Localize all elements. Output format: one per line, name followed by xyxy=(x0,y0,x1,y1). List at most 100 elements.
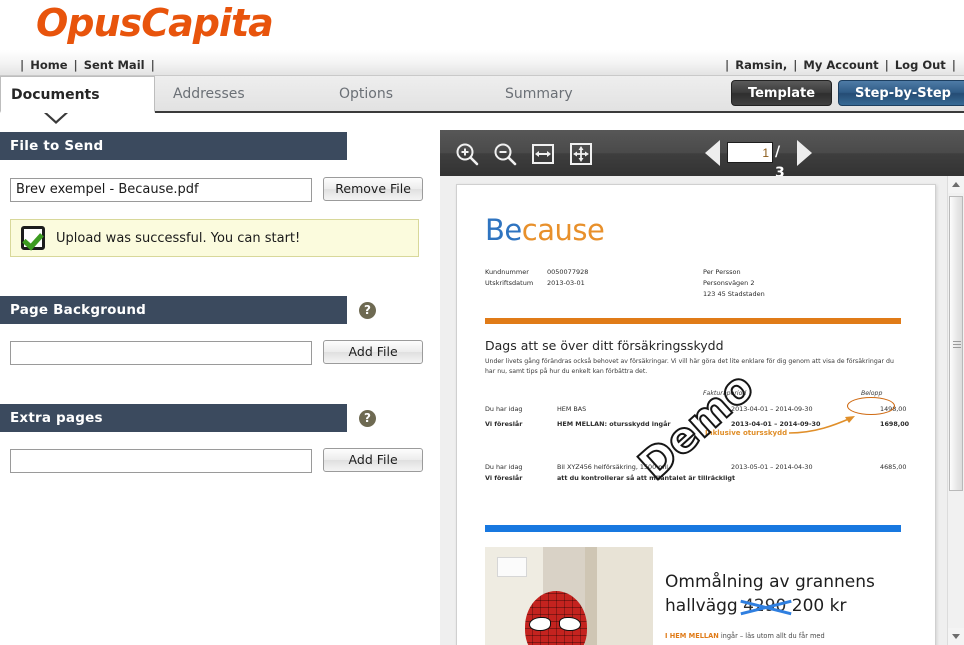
tab-options[interactable]: Options xyxy=(330,76,450,113)
nav-separator: | xyxy=(73,58,78,72)
promo-footer: I HEM MELLAN ingår – läs utom allt du få… xyxy=(665,631,901,641)
logo-text-second: Capita xyxy=(141,1,274,45)
row-amount: 1698,00 xyxy=(880,420,910,428)
nav-item-log-out[interactable]: Log Out xyxy=(895,58,946,72)
nav-separator: | xyxy=(793,58,798,72)
panel-header-file-to-send: File to Send xyxy=(0,132,347,160)
row-description: HEM MELLAN: otursskydd ingår xyxy=(557,420,671,428)
zoom-in-icon[interactable] xyxy=(454,141,480,167)
tab-addresses[interactable]: Addresses xyxy=(160,76,290,113)
recipient-line: Per Persson xyxy=(703,268,741,276)
promo-new-price: 200 kr xyxy=(791,596,847,616)
logo-text-first: Opus xyxy=(36,1,142,45)
help-icon-extra-pages[interactable]: ? xyxy=(359,410,376,427)
checkbox-checked-icon xyxy=(21,226,45,250)
brand-header: OpusCapita xyxy=(0,0,964,50)
meta-row: Kundnummer 0050077928 xyxy=(485,267,588,278)
upload-success-alert: Upload was successful. You can start! xyxy=(10,219,419,257)
row-description: att du kontrollerar så att milantalet är… xyxy=(557,474,736,482)
document-heading: Dags att se över ditt försäkringsskydd xyxy=(485,338,724,353)
nav-item-home[interactable]: Home xyxy=(30,58,67,72)
row-amount: 4685,00 xyxy=(880,463,907,471)
next-page-icon[interactable] xyxy=(797,140,812,166)
panel-title-extra-pages: Extra pages xyxy=(10,410,103,426)
previous-page-icon[interactable] xyxy=(705,140,720,166)
tab-summary[interactable]: Summary xyxy=(500,76,620,113)
file-to-send-input[interactable] xyxy=(10,177,312,202)
row-label: Vi föreslår xyxy=(485,474,523,482)
meta-value: 2013-03-01 xyxy=(547,279,585,287)
remove-file-button[interactable]: Remove File xyxy=(323,177,424,201)
page-background-row: Add File xyxy=(10,340,424,365)
nav-separator: | xyxy=(725,58,730,72)
fit-width-icon[interactable] xyxy=(530,141,556,167)
file-to-send-row: Remove File xyxy=(10,177,424,202)
zoom-out-icon[interactable] xyxy=(492,141,518,167)
promo-text: Ommålning av grannens hallvägg 4290 200 … xyxy=(665,570,901,618)
extra-pages-input[interactable] xyxy=(10,448,312,473)
panel-title-page-background: Page Background xyxy=(10,302,147,318)
fit-page-icon[interactable] xyxy=(568,141,594,167)
nav-item-sent-mail[interactable]: Sent Mail xyxy=(84,58,145,72)
meta-value: 0050077928 xyxy=(547,268,589,276)
active-tab-pointer xyxy=(44,112,68,124)
photo-mask-eye-left xyxy=(529,617,551,631)
extra-pages-row: Add File xyxy=(10,448,424,473)
scrollbar-thumb[interactable] xyxy=(949,196,963,491)
promo-line-1: Ommålning av grannens xyxy=(665,572,875,592)
recipient-address: Per Persson Personsvägen 2 123 45 Stadst… xyxy=(703,267,765,300)
meta-key: Utskriftsdatum xyxy=(485,279,534,287)
row-label: Du har idag xyxy=(485,463,523,471)
nav-item-my-account[interactable]: My Account xyxy=(803,58,878,72)
viewer-scrollbar[interactable] xyxy=(947,176,964,645)
tab-bar: Documents Addresses Options Summary Temp… xyxy=(0,76,964,113)
tab-documents[interactable]: Documents xyxy=(0,76,155,113)
row-period: 2013-05-01 – 2014-04-30 xyxy=(731,463,813,471)
customer-meta: Kundnummer 0050077928 Utskriftsdatum 2013-… xyxy=(485,267,588,289)
meta-row: Utskriftsdatum 2013-03-01 xyxy=(485,278,588,289)
nav-separator: | xyxy=(951,58,956,72)
scroll-down-arrow[interactable] xyxy=(948,628,964,645)
opuscapita-logo: OpusCapita xyxy=(36,1,274,45)
recipient-line: 123 45 Stadstaden xyxy=(703,290,765,298)
photo-wall-note xyxy=(497,557,527,577)
page-number-input[interactable] xyxy=(727,142,773,163)
top-nav-right-group: | Ramsin, | My Account | Log Out | xyxy=(719,54,962,73)
left-configuration-column: File to Send Remove File Upload was succ… xyxy=(0,124,440,645)
step-by-step-mode-button[interactable]: Step-by-Step xyxy=(838,80,964,106)
page-background-input[interactable] xyxy=(10,340,312,365)
nav-separator: | xyxy=(884,58,889,72)
document-logo-cause: cause xyxy=(521,213,605,247)
document-page[interactable]: Because Kundnummer 0050077928 Utskriftsda… xyxy=(456,184,936,645)
panel-header-page-background: Page Background xyxy=(0,296,347,324)
nav-item-username: Ramsin, xyxy=(735,58,788,72)
table-header-amount: Belopp xyxy=(861,390,883,397)
row-description: HEM BAS xyxy=(557,405,587,413)
help-icon-page-background[interactable]: ? xyxy=(359,302,376,319)
document-logo-be: Be xyxy=(485,213,522,247)
row-label: Du har idag xyxy=(485,405,523,413)
meta-key: Kundnummer xyxy=(485,268,529,276)
upload-success-message: Upload was successful. You can start! xyxy=(56,230,301,246)
mode-button-group: Template Step-by-Step xyxy=(725,80,964,106)
viewer-toolbar: / 3 xyxy=(440,130,964,181)
panel-title-file-to-send: File to Send xyxy=(10,138,104,154)
document-paragraph: Under livets gång förändras också behove… xyxy=(485,358,894,375)
promo-footer-highlight: I HEM MELLAN xyxy=(665,632,719,640)
add-file-button-page-background[interactable]: Add File xyxy=(323,340,424,364)
promo-old-price: 4290 xyxy=(743,596,787,616)
document-logo: Because xyxy=(485,213,605,247)
nav-separator: | xyxy=(20,58,25,72)
photo-mask-eye-right xyxy=(559,617,581,631)
promo-line-2-prefix: hallvägg xyxy=(665,596,738,616)
row-label: Vi föreslår xyxy=(485,420,523,428)
photo-door-right xyxy=(597,547,653,645)
scrollbar-grip-icon xyxy=(953,341,961,348)
top-navigation-bar: | Home | Sent Mail | | Ramsin, | My Account | Log… xyxy=(0,50,964,76)
application-window: OpusCapita | Home | Sent Mail | | Ramsin, | My … xyxy=(0,0,964,645)
add-file-button-extra-pages[interactable]: Add File xyxy=(323,448,424,472)
scroll-up-arrow[interactable] xyxy=(948,176,964,193)
blue-divider xyxy=(485,525,901,532)
document-preview-panel: / 3 Because Kundnummer 0050077928 Utskrif… xyxy=(440,130,964,645)
template-mode-button[interactable]: Template xyxy=(730,80,833,106)
